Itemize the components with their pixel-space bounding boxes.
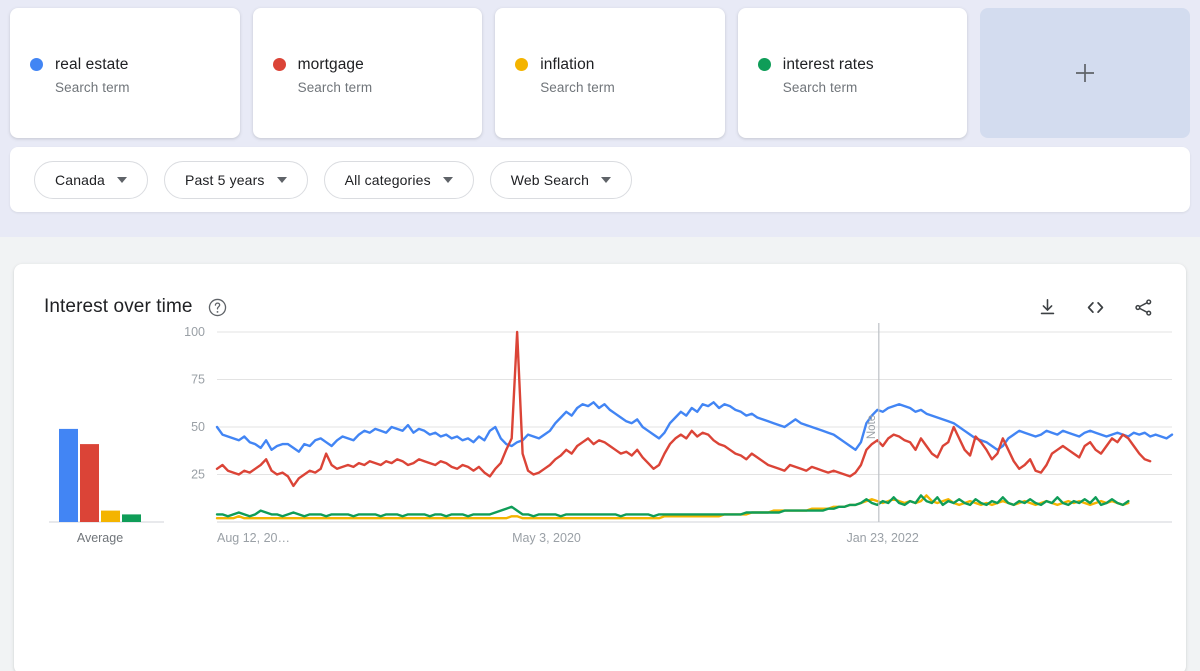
search-term-card-4[interactable]: interest rates Search term [737,8,968,138]
code-brackets-icon [1087,301,1103,313]
search-term-heading: inflation [515,55,725,74]
chart-actions [1034,294,1164,320]
filter-bar: Canada Past 5 years All categories Web S… [10,147,1190,212]
average-panel-label: Average [77,531,123,545]
average-bar-inflation [101,510,120,522]
y-axis-tick-label: 100 [184,325,205,339]
search-terms-row: real estate Search term mortgage Search … [0,0,1200,138]
chevron-down-icon [442,176,453,183]
annotation-label: Note [866,415,878,439]
filter-category-label: All categories [344,171,431,188]
search-term-name: interest rates [782,56,874,73]
y-axis-tick-label: 50 [191,420,205,434]
filter-search-type[interactable]: Web Search [489,160,633,199]
search-term-name: real estate [55,56,129,73]
add-search-term-card[interactable] [980,8,1190,138]
x-axis-tick-label: Jan 23, 2022 [846,531,918,545]
chart-body: 25 50 75 100 Note Aug 12, 20… May 3, 2020 Jan 2… [14,319,1186,671]
filter-region[interactable]: Canada [34,160,148,199]
chevron-down-icon [601,176,612,183]
average-bar-interest-rates [122,514,141,522]
embed-button[interactable] [1082,294,1108,320]
search-term-card-2[interactable]: mortgage Search term [252,8,483,138]
chevron-down-icon [116,176,127,183]
filter-time-range[interactable]: Past 5 years [163,160,308,199]
share-icon [1134,298,1151,316]
share-button[interactable] [1130,294,1156,320]
search-term-type: Search term [55,80,130,95]
search-term-heading: real estate [30,55,240,74]
series-color-dot [757,58,771,71]
page-title: Interest over time [44,296,193,317]
search-term-type: Search term [782,80,858,95]
download-csv-button[interactable] [1034,294,1060,320]
filter-category[interactable]: All categories [323,160,474,199]
search-term-name: inflation [540,56,595,73]
interest-over-time-card: Interest over time 25 50 75 100 Note Aug… [14,264,1186,671]
search-term-card-3[interactable]: inflation Search term [495,8,725,138]
x-axis-tick-label: May 3, 2020 [512,531,581,545]
series-color-dot [272,58,286,71]
average-bar-mortgage [80,444,99,522]
search-term-type: Search term [297,80,373,95]
search-term-heading: interest rates [757,55,968,74]
chart-header: Interest over time [14,264,1186,320]
y-axis-tick-label: 25 [191,468,205,482]
search-term-type: Search term [540,80,615,95]
y-axis-tick-label: 75 [191,373,205,387]
series-line-mortgage [215,330,1152,488]
search-term-heading: mortgage [272,55,483,74]
plus-icon [1076,64,1095,82]
download-icon [1040,298,1054,314]
filter-search-type-label: Web Search [510,171,590,188]
help-circle-icon[interactable] [207,297,228,318]
filter-time-range-label: Past 5 years [184,171,265,188]
interest-over-time-chart[interactable]: 25 50 75 100 Note Aug 12, 20… May 3, 2020 Jan 2… [14,319,1186,671]
x-axis-tick-label: Aug 12, 20… [217,531,290,545]
filter-region-label: Canada [55,171,105,188]
average-bar-real-estate [59,428,78,522]
series-color-dot [30,58,43,71]
search-term-card-1[interactable]: real estate Search term [10,8,240,138]
search-term-name: mortgage [297,56,364,73]
chevron-down-icon [276,176,287,183]
series-color-dot [515,58,529,71]
trends-header-region: real estate Search term mortgage Search … [0,0,1200,237]
